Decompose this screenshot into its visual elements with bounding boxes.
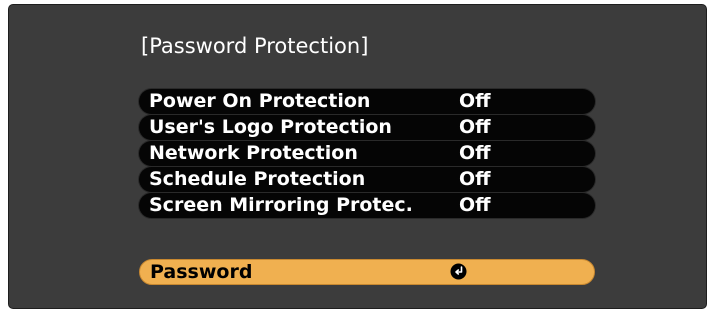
power-on-protection-value: Off [459, 90, 491, 112]
power-on-protection-row[interactable]: Power On Protection Off [139, 89, 595, 114]
power-on-protection-label: Power On Protection [149, 90, 371, 112]
users-logo-protection-value: Off [459, 116, 491, 138]
password-protection-panel: [Password Protection] Power On Protectio… [8, 4, 707, 309]
password-label: Password [150, 261, 253, 283]
panel-title: [Password Protection] [141, 34, 369, 58]
schedule-protection-row[interactable]: Schedule Protection Off [139, 167, 595, 192]
enter-icon [450, 263, 467, 280]
schedule-protection-value: Off [459, 168, 491, 190]
protection-settings-list: Power On Protection Off User's Logo Prot… [139, 89, 595, 219]
users-logo-protection-row[interactable]: User's Logo Protection Off [139, 115, 595, 140]
schedule-protection-label: Schedule Protection [149, 168, 366, 190]
network-protection-label: Network Protection [149, 142, 358, 164]
screen-mirroring-protection-row[interactable]: Screen Mirroring Protec. Off [139, 193, 595, 218]
network-protection-value: Off [459, 142, 491, 164]
screen-mirroring-protection-value: Off [459, 194, 491, 216]
password-button[interactable]: Password [139, 259, 595, 285]
network-protection-row[interactable]: Network Protection Off [139, 141, 595, 166]
users-logo-protection-label: User's Logo Protection [149, 116, 392, 138]
screen-mirroring-protection-label: Screen Mirroring Protec. [149, 194, 413, 216]
